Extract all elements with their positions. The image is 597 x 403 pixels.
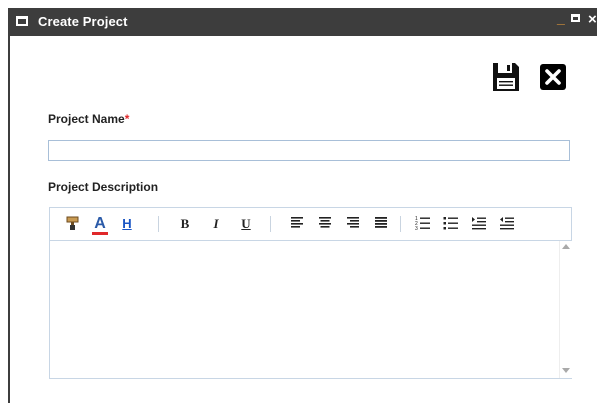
svg-text:3: 3 bbox=[415, 226, 418, 231]
format-painter-icon bbox=[66, 216, 79, 230]
bullet-list-icon bbox=[443, 217, 458, 230]
project-description-label: Project Description bbox=[48, 180, 159, 194]
underline-button[interactable]: U bbox=[240, 215, 252, 233]
indent-icon bbox=[472, 217, 486, 230]
save-button[interactable] bbox=[492, 62, 520, 92]
window-title: Create Project bbox=[38, 14, 128, 29]
toolbar-separator bbox=[270, 216, 271, 232]
italic-button[interactable]: I bbox=[210, 215, 222, 233]
bullet-list-button[interactable] bbox=[443, 215, 459, 233]
project-name-label: Project Name* bbox=[48, 112, 129, 126]
close-window-button[interactable]: × bbox=[588, 11, 597, 28]
maximize-button[interactable] bbox=[571, 14, 580, 22]
description-editor-area[interactable] bbox=[50, 241, 559, 378]
align-right-icon bbox=[347, 217, 359, 228]
window-icon bbox=[16, 16, 28, 26]
font-color-button[interactable]: A bbox=[92, 215, 108, 235]
required-mark: * bbox=[124, 112, 130, 126]
project-name-input[interactable] bbox=[48, 140, 570, 161]
align-left-button[interactable] bbox=[290, 215, 304, 233]
minimize-button[interactable]: _ bbox=[557, 10, 565, 26]
align-right-button[interactable] bbox=[346, 215, 360, 233]
create-project-window: Create Project _ × Project Name* Project… bbox=[8, 8, 597, 403]
indent-button[interactable] bbox=[471, 215, 487, 233]
highlight-button[interactable]: H bbox=[120, 215, 134, 233]
project-name-label-text: Project Name bbox=[48, 112, 125, 126]
align-center-button[interactable] bbox=[318, 215, 332, 233]
toolbar-separator bbox=[400, 216, 401, 232]
rich-text-editor: A H B I U 1 2 3 bbox=[49, 207, 572, 379]
title-bar[interactable]: Create Project _ × bbox=[10, 8, 597, 36]
outdent-icon bbox=[500, 217, 514, 230]
font-color-bar bbox=[92, 232, 108, 235]
cancel-button[interactable] bbox=[540, 64, 566, 90]
ordered-list-icon: 1 2 3 bbox=[415, 216, 430, 232]
x-square-icon bbox=[545, 69, 561, 85]
format-painter-button[interactable] bbox=[66, 215, 80, 233]
floppy-disk-icon bbox=[493, 63, 519, 91]
justify-icon bbox=[375, 217, 387, 228]
editor-toolbar: A H B I U 1 2 3 bbox=[50, 208, 571, 241]
outdent-button[interactable] bbox=[499, 215, 515, 233]
align-left-icon bbox=[291, 217, 303, 228]
font-color-label: A bbox=[94, 215, 106, 232]
toolbar-separator bbox=[158, 216, 159, 232]
justify-button[interactable] bbox=[374, 215, 388, 233]
top-strip bbox=[0, 0, 597, 8]
align-center-icon bbox=[319, 217, 331, 228]
bold-button[interactable]: B bbox=[178, 215, 192, 233]
ordered-list-button[interactable]: 1 2 3 bbox=[415, 215, 431, 233]
editor-scrollbar[interactable] bbox=[559, 241, 572, 378]
scroll-down-arrow-icon[interactable] bbox=[562, 368, 570, 373]
scroll-up-arrow-icon[interactable] bbox=[562, 244, 570, 249]
